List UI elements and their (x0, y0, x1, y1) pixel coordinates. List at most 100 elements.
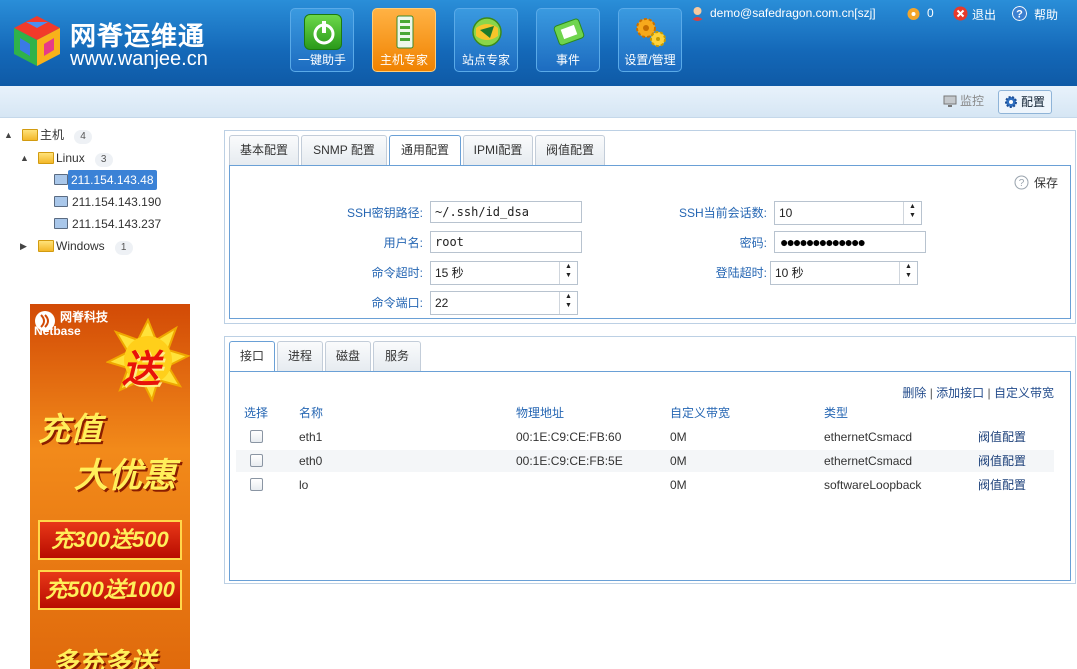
promo-line1: 充值 (38, 410, 103, 448)
password-input[interactable]: ●●●●●●●●●●●●● (774, 231, 926, 253)
host-label: 211.154.143.190 (72, 195, 162, 209)
user-bar: demo@safedragon.com.cn[szj] 0 退出 ? 帮助 (688, 4, 1077, 24)
config-panel: 基本配置 SNMP 配置 通用配置 IPMI配置 阀值配置 ? 保存 SSH密钥… (224, 130, 1076, 324)
tree-root-label: 主机 (40, 128, 65, 142)
promo-footer: 多充多送 (52, 648, 157, 669)
ssh-key-path-input[interactable]: ~/.ssh/id_dsa (430, 201, 582, 223)
expand-arrow-icon[interactable]: ▶ (20, 236, 30, 256)
username-input[interactable]: root (430, 231, 582, 253)
tree-windows-label: Windows (56, 239, 105, 253)
table-row[interactable]: eth1 00:1E:C9:CE:FB:60 0M ethernetCsmacd… (236, 426, 1054, 448)
nav-events[interactable]: 事件 (536, 8, 600, 72)
tab-ipmi-config[interactable]: IPMI配置 (463, 135, 533, 165)
promo-line2: 大优惠 (74, 456, 176, 496)
tab-disks[interactable]: 磁盘 (325, 341, 371, 371)
iface-type: ethernetCsmacd (824, 454, 913, 468)
login-timeout-label: 登陆超时: (715, 266, 767, 280)
iface-mac: 00:1E:C9:CE:FB:60 (516, 430, 622, 444)
nav-label: 主机专家 (379, 53, 428, 67)
spinner-arrows-icon[interactable]: ▲ ▼ (903, 202, 921, 224)
user-account[interactable]: demo@safedragon.com.cn[szj] (710, 6, 876, 20)
host-label-selected: 211.154.143.48 (68, 170, 157, 190)
help-circle-icon: ? (1014, 175, 1029, 190)
monitor-label: 监控 (960, 94, 985, 108)
nav-settings-management[interactable]: 设置/管理 (618, 8, 682, 72)
logo[interactable]: 网脊运维通 www.wanjee.cn (10, 10, 210, 76)
cmd-timeout-stepper[interactable]: 15 秒 ▲ ▼ (430, 261, 578, 285)
spinner-arrows-icon[interactable]: ▲ ▼ (559, 292, 577, 314)
table-row[interactable]: lo 0M softwareLoopback 阀值配置 (236, 474, 1054, 496)
password-mask: ●●●●●●●●●●●●● (780, 234, 866, 250)
iface-type: ethernetCsmacd (824, 430, 913, 444)
column-header-bandwidth: 自定义带宽 (670, 406, 731, 420)
tab-processes[interactable]: 进程 (277, 341, 323, 371)
event-icon (550, 14, 588, 50)
nav-one-click-assistant[interactable]: 一键助手 (290, 8, 354, 72)
netbase-logo-icon (35, 311, 55, 331)
column-header-mac: 物理地址 (516, 406, 565, 420)
password-label: 密码: (739, 236, 767, 250)
tab-general-config[interactable]: 通用配置 (389, 135, 461, 166)
computer-icon (54, 218, 68, 229)
help-icon[interactable]: ? (1012, 6, 1027, 21)
folder-icon (38, 152, 54, 164)
login-timeout-stepper[interactable]: 10 秒 ▲ ▼ (770, 261, 918, 285)
alert-bell-icon[interactable] (906, 6, 921, 21)
row-checkbox[interactable] (250, 430, 263, 443)
nav-label: 事件 (555, 53, 580, 67)
iface-type: softwareLoopback (824, 478, 922, 492)
tab-interfaces[interactable]: 接口 (229, 341, 275, 372)
svg-text:?: ? (1016, 9, 1023, 21)
config-button[interactable]: 配置 (998, 90, 1053, 114)
separator: | (987, 386, 991, 400)
row-checkbox[interactable] (250, 478, 263, 491)
tab-services[interactable]: 服务 (373, 341, 421, 371)
spinner-arrows-icon[interactable]: ▲ ▼ (559, 262, 577, 284)
promo-offer1: 充300送500 (38, 520, 182, 560)
general-config-form: ? 保存 SSH密钥路径: ~/.ssh/id_dsa SSH当前会话数: 10… (229, 165, 1071, 319)
custom-bandwidth-link[interactable]: 自定义带宽 (994, 386, 1054, 400)
host-tree: ▲ 主机 4 ▲ Linux 3 211.154.143.48 211.154.14… (0, 122, 222, 302)
row-checkbox[interactable] (250, 454, 263, 467)
table-row[interactable]: eth0 00:1E:C9:CE:FB:5E 0M ethernetCsmacd… (236, 450, 1054, 472)
ssh-key-path-label: SSH密钥路径: (346, 206, 423, 220)
tree-linux-label: Linux (56, 151, 85, 165)
column-header-type: 类型 (824, 406, 849, 420)
nav-site-expert[interactable]: 站点专家 (454, 8, 518, 72)
folder-icon (22, 129, 38, 141)
ssh-sessions-stepper[interactable]: 10 ▲ ▼ (774, 201, 922, 225)
logout-link[interactable]: 退出 (972, 6, 996, 23)
cmd-port-stepper[interactable]: 22 ▲ ▼ (430, 291, 578, 315)
add-interface-link[interactable]: 添加接口 (936, 386, 984, 400)
svg-text:?: ? (1019, 178, 1025, 189)
tree-node-label: 主机 4 (40, 125, 93, 145)
tree-node-label: Windows 1 (56, 236, 133, 256)
server-icon (390, 14, 420, 50)
promo-banner[interactable]: 网脊科技 Netbase 送 充值 大优惠 充300送500 充500送1000… (30, 304, 190, 669)
nav-host-expert[interactable]: 主机专家 (372, 8, 436, 72)
spinner-arrows-icon[interactable]: ▲ ▼ (899, 262, 917, 284)
threshold-config-link[interactable]: 阀值配置 (978, 426, 1026, 448)
brand-url: www.wanjee.cn (70, 48, 208, 70)
save-label: 保存 (1033, 176, 1058, 190)
computer-icon (54, 196, 68, 207)
alert-count[interactable]: 0 (927, 6, 934, 20)
iface-mac: 00:1E:C9:CE:FB:5E (516, 454, 623, 468)
nav-label: 一键助手 (297, 53, 346, 67)
collapse-arrow-icon[interactable]: ▲ (4, 125, 14, 145)
delete-link[interactable]: 删除 (902, 386, 926, 400)
tab-threshold-config[interactable]: 阀值配置 (535, 135, 605, 165)
tab-snmp-config[interactable]: SNMP 配置 (301, 135, 387, 165)
top-header: 网脊运维通 www.wanjee.cn 一键助手 主机专家 站点专家 事件 设置… (0, 0, 1077, 86)
threshold-config-link[interactable]: 阀值配置 (978, 450, 1026, 472)
iface-bandwidth: 0M (670, 478, 687, 492)
help-link[interactable]: 帮助 (1034, 6, 1058, 23)
monitor-button[interactable]: 监控 (938, 90, 990, 114)
nav-label: 站点专家 (461, 53, 510, 67)
threshold-config-link[interactable]: 阀值配置 (978, 474, 1026, 496)
tab-basic-config[interactable]: 基本配置 (229, 135, 299, 165)
collapse-arrow-icon[interactable]: ▲ (20, 148, 30, 168)
logout-icon[interactable] (953, 6, 968, 21)
save-button[interactable]: ? 保存 (1014, 174, 1058, 192)
iface-bandwidth: 0M (670, 430, 687, 444)
